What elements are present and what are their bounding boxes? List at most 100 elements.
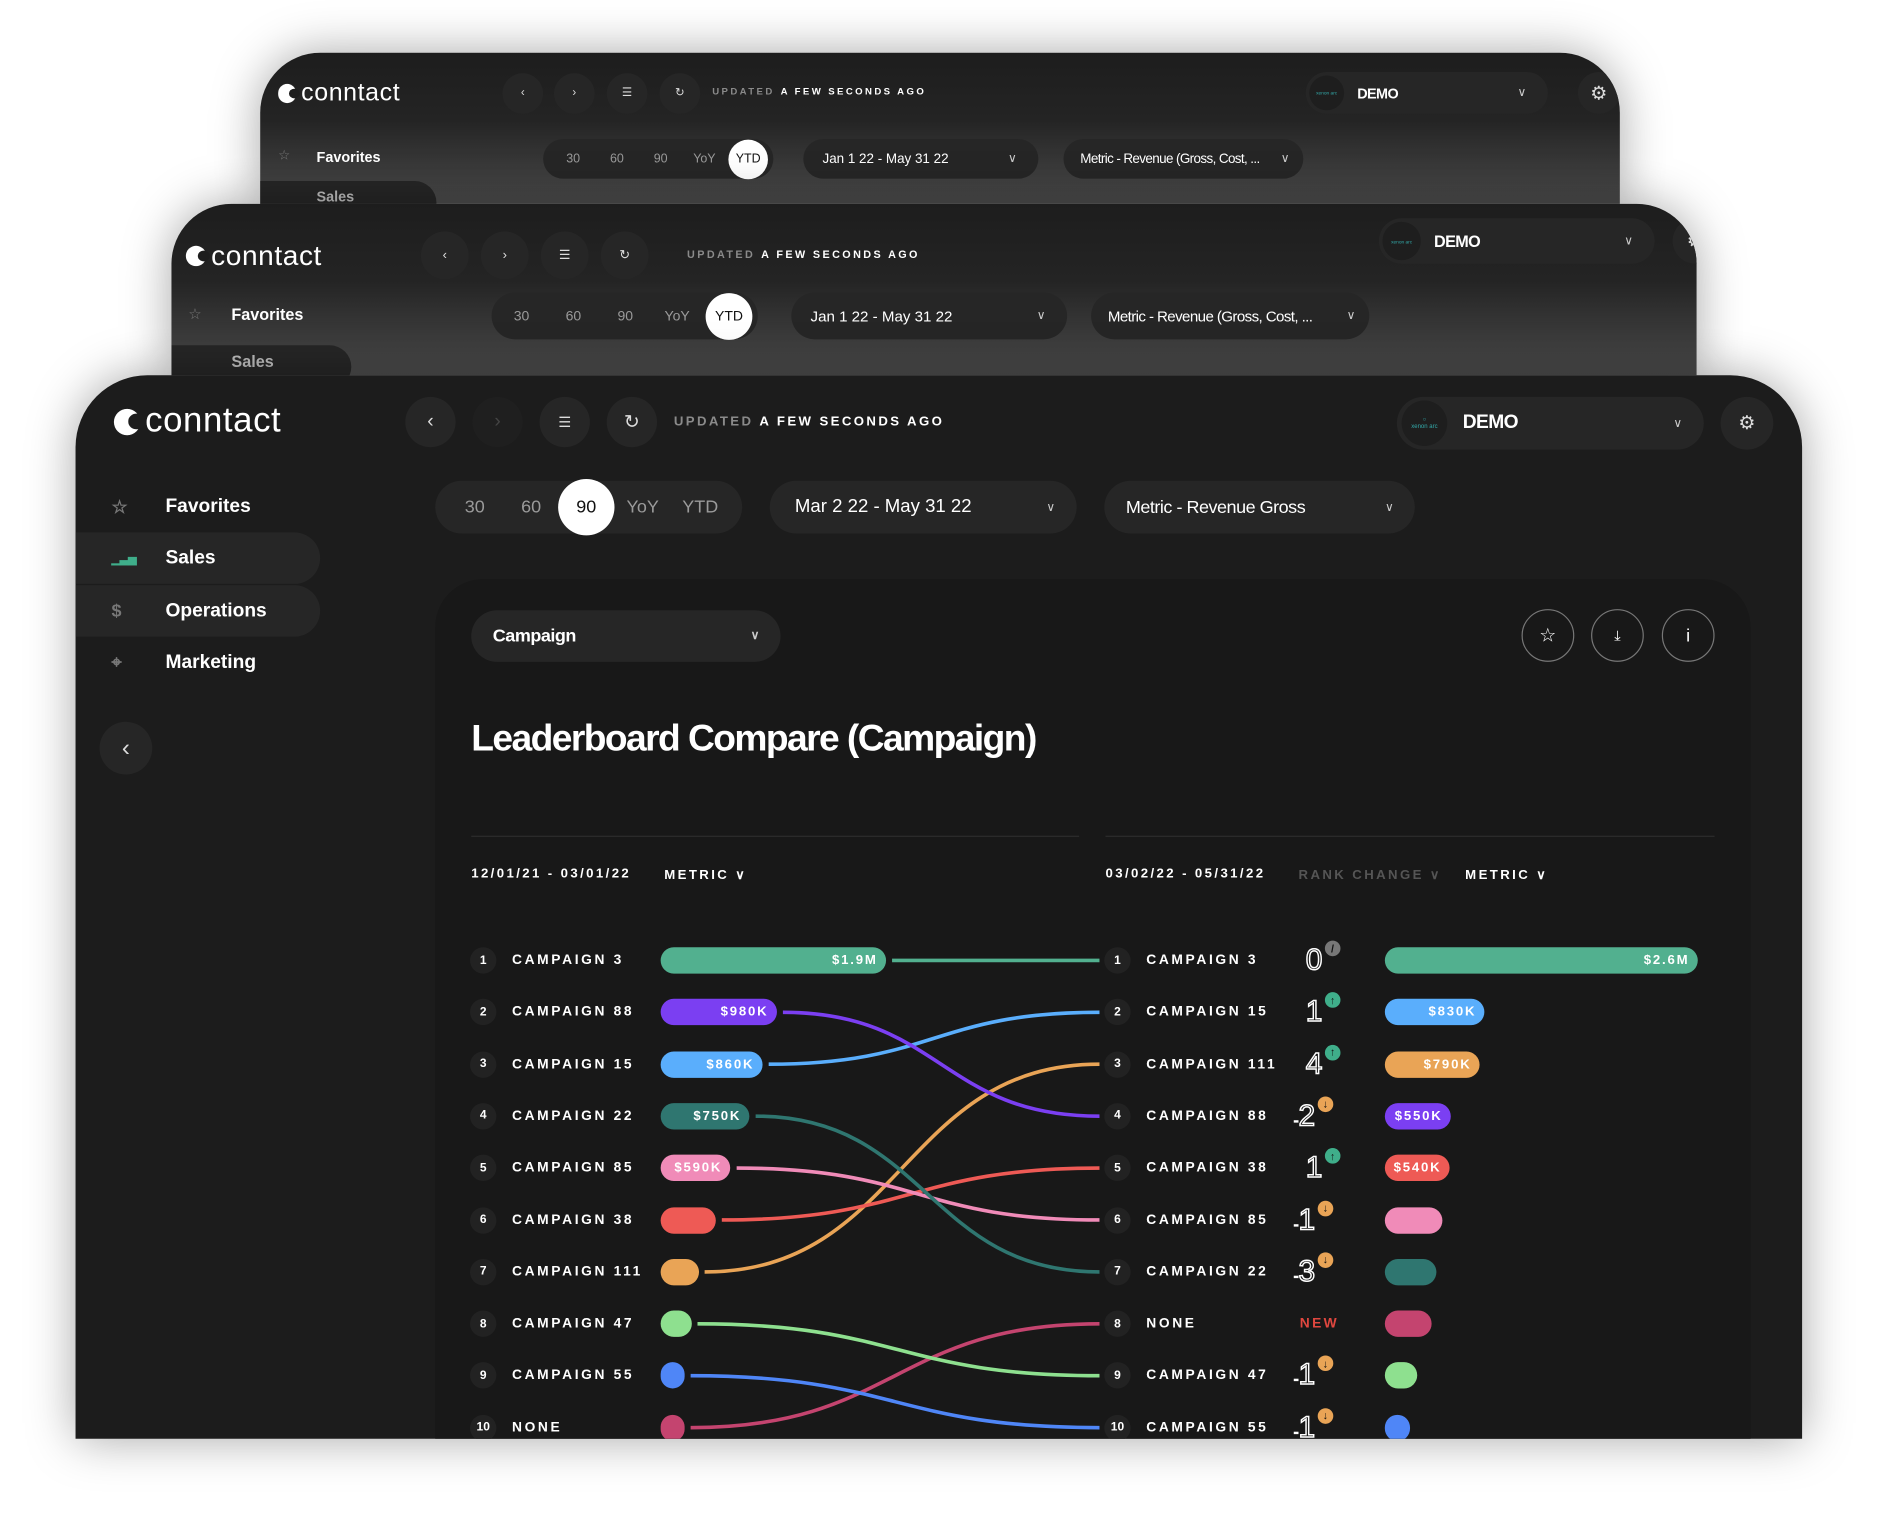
campaign-name: CAMPAIGN 111 xyxy=(1146,1057,1278,1072)
date-range: Jan 1 22 - May 31 22 xyxy=(810,307,953,325)
metric-bar[interactable] xyxy=(660,1414,685,1439)
account-selector[interactable]: ○ xenon arc DEMO ∨ xyxy=(1396,396,1704,450)
period-60[interactable]: 60 xyxy=(521,497,541,517)
metric-value: Metric - Revenue (Gross, Cost, ... xyxy=(1107,307,1313,325)
logo: conntact xyxy=(278,79,400,108)
settings-button[interactable]: ⚙ xyxy=(1577,71,1620,114)
settings-button[interactable]: ⚙ xyxy=(1672,218,1697,264)
refresh-button[interactable]: ↻ xyxy=(606,396,658,448)
metric-bar[interactable]: $540K xyxy=(1384,1154,1450,1182)
sidebar-item-sales[interactable]: ▁▃▅ Sales xyxy=(112,546,216,572)
period-30[interactable]: 30 xyxy=(465,497,485,517)
date-range-selector[interactable]: Mar 2 22 - May 31 22 ∨ xyxy=(769,480,1077,534)
gear-icon: ⚙ xyxy=(1738,413,1756,435)
period-60[interactable]: 60 xyxy=(566,308,582,324)
period-90[interactable]: 90 xyxy=(558,479,615,536)
logo-mark-icon xyxy=(278,84,300,103)
back-button[interactable]: ‹ xyxy=(405,396,456,448)
metric-bar[interactable] xyxy=(660,1258,699,1286)
metric-bar[interactable]: $2.6M xyxy=(1384,947,1698,974)
metric-bar[interactable] xyxy=(1384,1258,1437,1286)
sidebar-item-marketing[interactable]: ⌖ Marketing xyxy=(112,650,257,676)
metric-bar[interactable]: $750K xyxy=(660,1102,750,1130)
filter-button[interactable]: ☰ xyxy=(539,396,590,448)
campaign-name: NONE xyxy=(511,1420,563,1435)
period-yoy[interactable]: YoY xyxy=(626,497,658,517)
metric-bar[interactable]: $860K xyxy=(660,1051,763,1078)
metric-bar[interactable]: $790K xyxy=(1384,1051,1480,1078)
campaign-name: CAMPAIGN 3 xyxy=(511,953,624,968)
metric-bar[interactable]: $980K xyxy=(660,999,777,1026)
period-ytd[interactable]: YTD xyxy=(705,292,753,340)
period-ytd[interactable]: YTD xyxy=(682,497,718,517)
arrow-down-icon: ↓ xyxy=(1317,1355,1334,1372)
connector-campaign-85 xyxy=(736,1166,1100,1222)
period-60[interactable]: 60 xyxy=(610,152,624,165)
back-button[interactable]: ‹ xyxy=(502,72,544,114)
bar-chart-icon: ▁▃▅ xyxy=(111,552,137,565)
sidebar-item-operations[interactable]: $ Operations xyxy=(112,598,267,624)
metric-bar[interactable] xyxy=(1384,1206,1443,1234)
brand-name: conntact xyxy=(145,401,282,441)
metric-bar[interactable]: $1.9M xyxy=(660,947,887,974)
metric-bar[interactable]: $550K xyxy=(1384,1102,1452,1130)
period-30[interactable]: 30 xyxy=(514,308,530,324)
metric-selector[interactable]: Metric - Revenue (Gross, Cost, ... ∨ xyxy=(1091,292,1370,340)
updated-prefix: UPDATED xyxy=(687,248,756,261)
period-yoy[interactable]: YoY xyxy=(693,152,715,165)
account-selector[interactable]: xenon arc DEMO ∨ xyxy=(1378,218,1655,264)
campaign-name: CAMPAIGN 38 xyxy=(1146,1160,1269,1176)
metric-bar[interactable] xyxy=(1384,1414,1411,1439)
forward-button[interactable]: › xyxy=(472,396,523,448)
campaign-name: CAMPAIGN 85 xyxy=(511,1160,635,1176)
rank-badge: 4 xyxy=(1104,1102,1131,1130)
back-button[interactable]: ‹ xyxy=(420,231,469,280)
metric-selector[interactable]: Metric - Revenue (Gross, Cost, ... ∨ xyxy=(1063,139,1304,179)
period-90[interactable]: 90 xyxy=(654,152,668,165)
arrow-down-icon: ↓ xyxy=(1317,1200,1334,1216)
forward-button[interactable]: › xyxy=(480,231,529,280)
metric-bar[interactable]: $590K xyxy=(660,1154,731,1182)
chevron-down-icon: ∨ xyxy=(1007,152,1017,166)
brand-name: conntact xyxy=(211,239,322,271)
period-ytd[interactable]: YTD xyxy=(728,139,768,179)
connector-campaign-55 xyxy=(690,1373,1100,1430)
forward-button[interactable]: › xyxy=(553,72,595,114)
settings-button[interactable]: ⚙ xyxy=(1720,396,1774,450)
updated-status: UPDATED A FEW SECONDS AGO xyxy=(674,415,944,429)
rank-change-value: 2 xyxy=(1298,1098,1316,1133)
period-yoy[interactable]: YoY xyxy=(665,308,690,324)
rank-badge: 10 xyxy=(1104,1414,1131,1439)
rank-badge: 8 xyxy=(470,1310,497,1337)
sidebar-item-favorites[interactable]: ☆ Favorites xyxy=(112,494,251,520)
sidebar-item-favorites[interactable]: Favorites xyxy=(231,306,303,324)
collapse-sidebar-button[interactable]: ‹ xyxy=(99,721,153,775)
sidebar-item-label: Favorites xyxy=(165,496,251,517)
account-name: DEMO xyxy=(1434,232,1481,250)
metric-bar[interactable]: $830K xyxy=(1384,999,1485,1026)
updated-status: UPDATED A FEW SECONDS AGO xyxy=(712,87,926,98)
sidebar-item-sales[interactable]: Sales xyxy=(317,188,355,204)
crosshair-icon: ⌖ xyxy=(111,652,122,674)
date-range-selector[interactable]: Jan 1 22 - May 31 22 ∨ xyxy=(803,139,1039,179)
account-selector[interactable]: xenon arc DEMO ∨ xyxy=(1305,71,1548,114)
metric-selector[interactable]: Metric - Revenue Gross ∨ xyxy=(1104,480,1415,534)
metric-bar[interactable] xyxy=(1384,1362,1418,1389)
metric-bar[interactable] xyxy=(660,1310,692,1337)
period-30[interactable]: 30 xyxy=(566,152,580,165)
filter-button[interactable]: ☰ xyxy=(606,72,648,114)
refresh-button[interactable]: ↻ xyxy=(659,72,701,114)
rank-badge: 3 xyxy=(470,1051,497,1078)
sidebar-item-favorites[interactable]: Favorites xyxy=(317,149,381,166)
metric-bar[interactable] xyxy=(660,1362,685,1389)
connector-campaign-38 xyxy=(721,1166,1100,1222)
rank-change: -1 ↓ xyxy=(1293,1407,1334,1439)
filter-button[interactable]: ☰ xyxy=(540,231,589,280)
refresh-button[interactable]: ↻ xyxy=(600,231,649,280)
metric-bar[interactable] xyxy=(660,1206,716,1234)
sidebar-item-sales[interactable]: Sales xyxy=(231,353,273,371)
metric-bar[interactable] xyxy=(1384,1310,1432,1337)
avatar-text: xenon arc xyxy=(1411,423,1438,431)
period-90[interactable]: 90 xyxy=(617,308,633,324)
date-range-selector[interactable]: Jan 1 22 - May 31 22 ∨ xyxy=(791,292,1068,340)
